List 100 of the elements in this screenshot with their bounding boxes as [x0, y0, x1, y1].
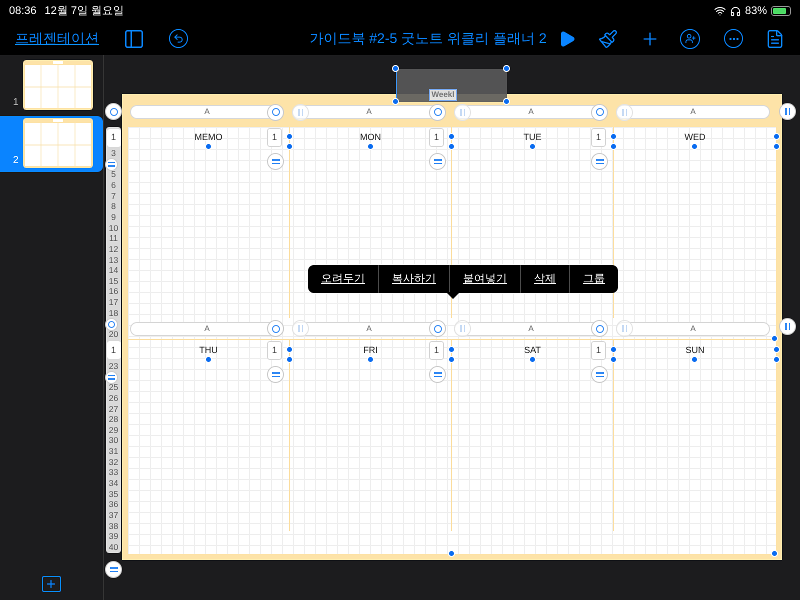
pause-handle-icon[interactable] [779, 103, 796, 120]
text-bar[interactable]: A [454, 320, 608, 337]
pause-handle-icon[interactable] [454, 320, 471, 337]
slide-thumbnail[interactable] [23, 60, 93, 110]
sidebar-icon[interactable] [123, 28, 145, 50]
row-number: 37 [108, 510, 118, 520]
document-view-icon[interactable] [765, 28, 785, 48]
selection-handle-icon[interactable] [205, 356, 212, 363]
row-number: 25 [108, 383, 118, 392]
count-field[interactable]: 1 [267, 341, 282, 360]
row-number: 35 [108, 490, 118, 499]
equal-handle-icon[interactable] [429, 153, 446, 170]
date-label: 12월 7일 월요일 [44, 4, 124, 19]
row-number: 6 [111, 181, 116, 190]
day-label: THU [199, 344, 218, 356]
equal-handle-icon[interactable] [105, 158, 118, 171]
row-number: 23 [108, 362, 118, 371]
slide-item[interactable]: 1 [0, 58, 103, 114]
text-bar[interactable]: A [454, 104, 608, 120]
equal-handle-icon[interactable] [267, 153, 284, 170]
slide-item[interactable]: 2 [0, 116, 103, 172]
row-number: 14 [108, 266, 118, 276]
text-bar[interactable]: A [292, 104, 446, 120]
selection-handle-icon[interactable] [691, 356, 698, 363]
play-icon[interactable] [558, 30, 576, 48]
circle-handle-icon[interactable] [267, 104, 284, 120]
pause-handle-icon[interactable] [616, 104, 633, 120]
add-person-icon[interactable] [680, 28, 700, 48]
row-number: 33 [108, 468, 118, 478]
text-bar[interactable]: A [130, 104, 284, 120]
day-label: SAT [524, 344, 541, 356]
menu-item[interactable]: 붙여넣기 [449, 265, 520, 293]
pause-handle-icon[interactable] [292, 320, 309, 337]
selection-handle-icon[interactable] [392, 65, 399, 72]
circle-handle-icon[interactable] [429, 320, 446, 337]
selection-handle-icon[interactable] [205, 143, 212, 150]
day-label: MON [360, 131, 381, 143]
equal-handle-icon[interactable] [429, 366, 446, 383]
row-number: 12 [108, 244, 118, 254]
circle-handle-icon[interactable] [429, 104, 446, 120]
pause-handle-icon[interactable] [454, 104, 471, 120]
equal-handle-icon[interactable] [591, 366, 608, 383]
menu-item[interactable]: 오려두기 [308, 265, 378, 293]
day-label: MEMO [194, 131, 222, 143]
row-number: 16 [108, 287, 118, 296]
equal-handle-icon[interactable] [267, 366, 284, 383]
selection-handle-icon[interactable] [503, 65, 510, 72]
row-number: 8 [111, 202, 116, 212]
slide-number: 2 [13, 154, 20, 168]
undo-icon[interactable] [169, 29, 188, 48]
more-icon[interactable] [724, 29, 743, 48]
text-bar[interactable]: A [130, 320, 284, 337]
paintbrush-icon[interactable] [598, 28, 618, 48]
menu-item[interactable]: 삭제 [520, 265, 569, 293]
count-field[interactable]: 1 [429, 341, 444, 360]
text-bar[interactable]: A [616, 320, 770, 337]
count-field[interactable]: 1 [267, 128, 282, 147]
text-bar[interactable]: A [616, 104, 770, 120]
row-number: 5 [111, 170, 116, 180]
row-number: 13 [108, 256, 118, 265]
equal-handle-icon[interactable] [105, 561, 122, 578]
selection-handle-icon[interactable] [691, 143, 698, 150]
plus-icon [45, 578, 57, 590]
row-number: 38 [108, 522, 118, 531]
circle-handle-icon[interactable] [105, 103, 122, 120]
row-number: 20 [108, 330, 118, 339]
circle-handle-icon[interactable] [267, 320, 284, 337]
day-label: WED [684, 131, 706, 143]
pause-handle-icon[interactable] [779, 318, 796, 335]
pause-handle-icon[interactable] [616, 320, 633, 337]
slide-thumbnail[interactable] [23, 118, 93, 168]
menu-item[interactable]: 복사하기 [378, 265, 449, 293]
row-number: 32 [108, 458, 118, 467]
presentations-link[interactable]: 프레젠테이션 [15, 28, 99, 49]
circle-handle-icon[interactable] [591, 320, 608, 337]
row-number: 27 [108, 404, 118, 414]
row-number: 36 [108, 500, 118, 510]
row-number: 39 [108, 532, 118, 542]
count-field[interactable]: 1 [429, 128, 444, 147]
equal-handle-icon[interactable] [591, 153, 608, 170]
count-field[interactable]: 1 [591, 128, 606, 147]
row-number: 17 [108, 298, 118, 308]
selection-handle-icon[interactable] [529, 356, 536, 363]
text-bar[interactable]: A [292, 320, 446, 337]
add-slide-button[interactable] [42, 576, 60, 592]
equal-handle-icon[interactable] [105, 370, 118, 384]
count-field[interactable]: 1 [591, 341, 606, 360]
selection-handle-icon[interactable] [529, 143, 536, 150]
row-number: 11 [109, 234, 118, 244]
row-number: 18 [108, 308, 118, 318]
row-number: 40 [108, 542, 118, 552]
menu-item[interactable]: 그룹 [569, 265, 618, 293]
circle-handle-icon[interactable] [105, 318, 118, 331]
selection-handle-icon[interactable] [367, 143, 374, 150]
row-number: 30 [108, 436, 118, 446]
selection-handle-icon[interactable] [367, 356, 374, 363]
row-number: 10 [108, 224, 118, 233]
pause-handle-icon[interactable] [292, 104, 309, 120]
circle-handle-icon[interactable] [591, 104, 608, 120]
row-number: 15 [108, 276, 118, 286]
